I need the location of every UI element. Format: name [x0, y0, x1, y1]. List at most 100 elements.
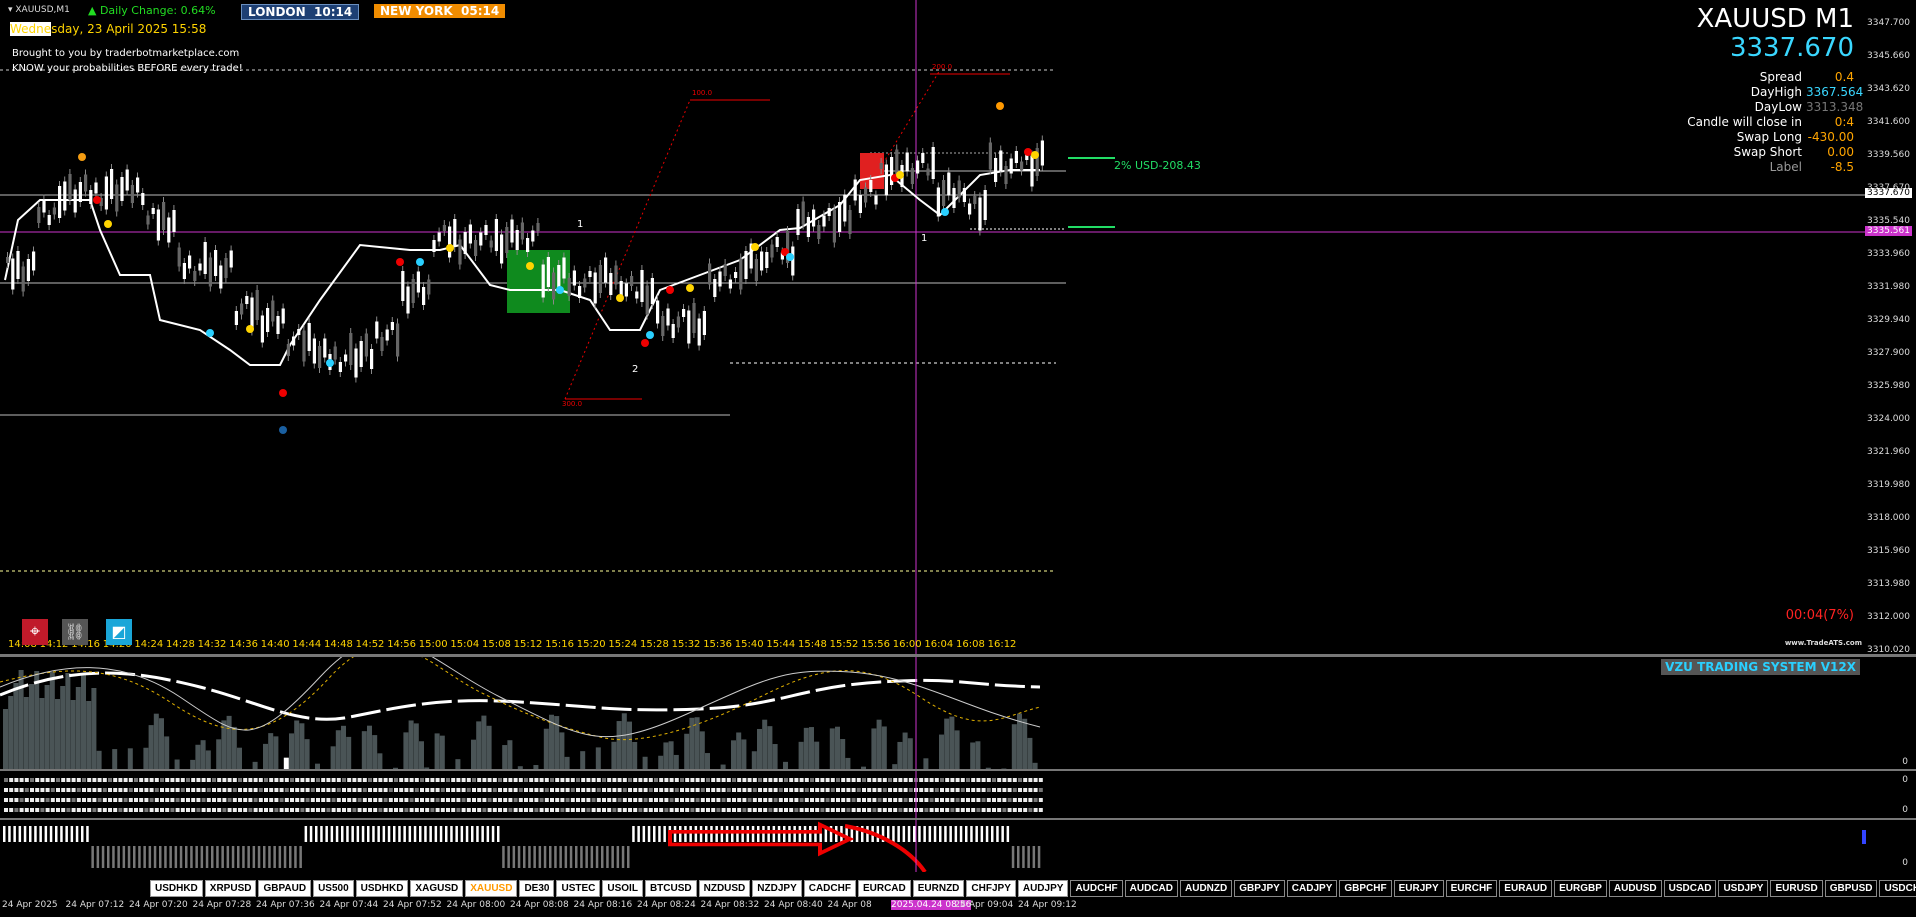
grid-dot: [170, 778, 175, 782]
symbol-button-usoil[interactable]: USOIL: [602, 880, 643, 897]
trend-bar: [918, 826, 921, 842]
crosshair-icon[interactable]: ⌖: [22, 619, 48, 645]
grid-dot: [466, 788, 471, 792]
grid-dot: [420, 808, 424, 812]
symbol-button-de30[interactable]: DE30: [519, 880, 555, 897]
symbol-button-eurjpy[interactable]: EURJPY: [1393, 880, 1444, 897]
grid-dot: [706, 788, 710, 792]
trend-bar: [777, 826, 781, 842]
symbol-button-gbpaud[interactable]: GBPAUD: [258, 880, 312, 897]
grid-dot: [794, 808, 799, 812]
histogram-bar: [330, 746, 336, 769]
info-row: Candle will close in 0:4: [1687, 115, 1854, 129]
grid-dot: [9, 808, 14, 812]
trend-bar: [205, 846, 209, 868]
candle-body: [136, 177, 140, 193]
symbol-button-usdhkd[interactable]: USDHKD: [355, 880, 409, 897]
trend-bar: [741, 826, 744, 842]
symbol-button-xagusd[interactable]: XAGUSD: [410, 880, 464, 897]
grid-dot: [274, 798, 279, 802]
symbol-button-nzdjpy[interactable]: NZDJPY: [752, 880, 802, 897]
indicator-pane-2[interactable]: 0 0: [0, 771, 1916, 818]
symbol-button-usdchf[interactable]: USDCHF: [1879, 880, 1916, 897]
candle-body: [952, 188, 956, 208]
symbol-button-audnzd[interactable]: AUDNZD: [1180, 880, 1233, 897]
grid-dot: [576, 788, 580, 792]
candle-body: [973, 196, 977, 204]
grid-dot: [97, 798, 102, 802]
grid-dot: [638, 798, 643, 802]
symbol-button-eurchf[interactable]: EURCHF: [1445, 880, 1498, 897]
symbol-button-ustec[interactable]: USTEC: [556, 880, 601, 897]
symbol-button-audjpy[interactable]: AUDJPY: [1017, 880, 1069, 897]
symbol-button-xrpusd[interactable]: XRPUSD: [204, 880, 257, 897]
grid-dot: [560, 798, 565, 802]
symbol-button-eurcad[interactable]: EURCAD: [857, 880, 911, 897]
grid-dot: [721, 798, 726, 802]
grid-dot: [612, 778, 617, 782]
grid-dot: [726, 808, 731, 812]
trend-bar: [377, 826, 380, 842]
indicator-1-zero: 0: [1902, 757, 1908, 767]
symbol-button-cadchf[interactable]: CADCHF: [803, 880, 856, 897]
grid-dot: [180, 808, 185, 812]
symbol-button-audcad[interactable]: AUDCAD: [1124, 880, 1178, 897]
symbol-button-usdjpy[interactable]: USDJPY: [1718, 880, 1769, 897]
grid-dot: [607, 808, 612, 812]
trend-bar: [398, 826, 401, 842]
candle-body: [593, 272, 597, 304]
grid-dot: [513, 778, 518, 782]
symbol-button-audusd[interactable]: AUDUSD: [1608, 880, 1662, 897]
chart-icon[interactable]: ◩: [106, 619, 132, 645]
symbol-button-eurgbp[interactable]: EURGBP: [1554, 880, 1607, 897]
histogram-bar: [757, 728, 762, 769]
symbol-button-chfjpy[interactable]: CHFJPY: [966, 880, 1016, 897]
candle-body: [110, 169, 114, 199]
symbol-button-gbpusd[interactable]: GBPUSD: [1824, 880, 1878, 897]
indicator-pane-1[interactable]: VZU TRADING SYSTEM V12X 0: [0, 657, 1916, 769]
indicator-2-zero-b: 0: [1902, 805, 1908, 815]
main-chart[interactable]: ▾ XAUUSD,M1 ▲ Daily Change: 0.64% LONDON…: [0, 0, 1916, 655]
grid-dot: [976, 798, 981, 802]
trend-bar: [1032, 846, 1036, 868]
symbol-button-gbpchf[interactable]: GBPCHF: [1339, 880, 1392, 897]
grid-dot: [570, 808, 575, 812]
grid-dot: [882, 798, 887, 802]
candle-body: [349, 333, 353, 365]
grid-dot: [4, 798, 8, 802]
grid-dot: [45, 788, 50, 792]
grid-dot: [61, 788, 66, 792]
grid-dot: [778, 798, 783, 802]
symbol-button-btcusd[interactable]: BTCUSD: [644, 880, 697, 897]
grid-dot: [82, 808, 86, 812]
symbol-button-us500[interactable]: US500: [313, 880, 354, 897]
link-icon[interactable]: ⛓: [62, 619, 88, 645]
candle-body: [656, 300, 660, 324]
grid-dot: [929, 798, 934, 802]
grid-dot: [544, 798, 549, 802]
symbol-button-euraud[interactable]: EURAUD: [1499, 880, 1553, 897]
symbol-button-audchf[interactable]: AUDCHF: [1070, 880, 1123, 897]
grid-dot: [399, 788, 404, 792]
histogram-bar: [699, 731, 705, 769]
symbol-button-usdhkd[interactable]: USDHKD: [150, 880, 203, 897]
symbol-button-xauusd[interactable]: XAUUSD: [465, 880, 518, 897]
indicator-pane-3[interactable]: 0: [0, 820, 1916, 872]
trend-bar: [523, 846, 526, 868]
grid-dot: [804, 808, 809, 812]
symbol-button-usdcad[interactable]: USDCAD: [1663, 880, 1717, 897]
symbol-button-cadjpy[interactable]: CADJPY: [1286, 880, 1338, 897]
grid-dot: [102, 788, 107, 792]
symbol-button-eurnzd[interactable]: EURNZD: [912, 880, 965, 897]
grid-dot: [144, 778, 149, 782]
symbol-button-eurusd[interactable]: EURUSD: [1770, 880, 1823, 897]
symbol-button-gbpjpy[interactable]: GBPJPY: [1234, 880, 1285, 897]
grid-dot: [789, 788, 794, 792]
symbol-button-nzdusd[interactable]: NZDUSD: [698, 880, 751, 897]
grid-dot: [664, 778, 669, 782]
grid-dot: [617, 778, 622, 782]
grid-dot: [238, 798, 242, 802]
grid-dot: [420, 788, 424, 792]
grid-dot: [92, 778, 97, 782]
grid-dot: [898, 778, 903, 782]
